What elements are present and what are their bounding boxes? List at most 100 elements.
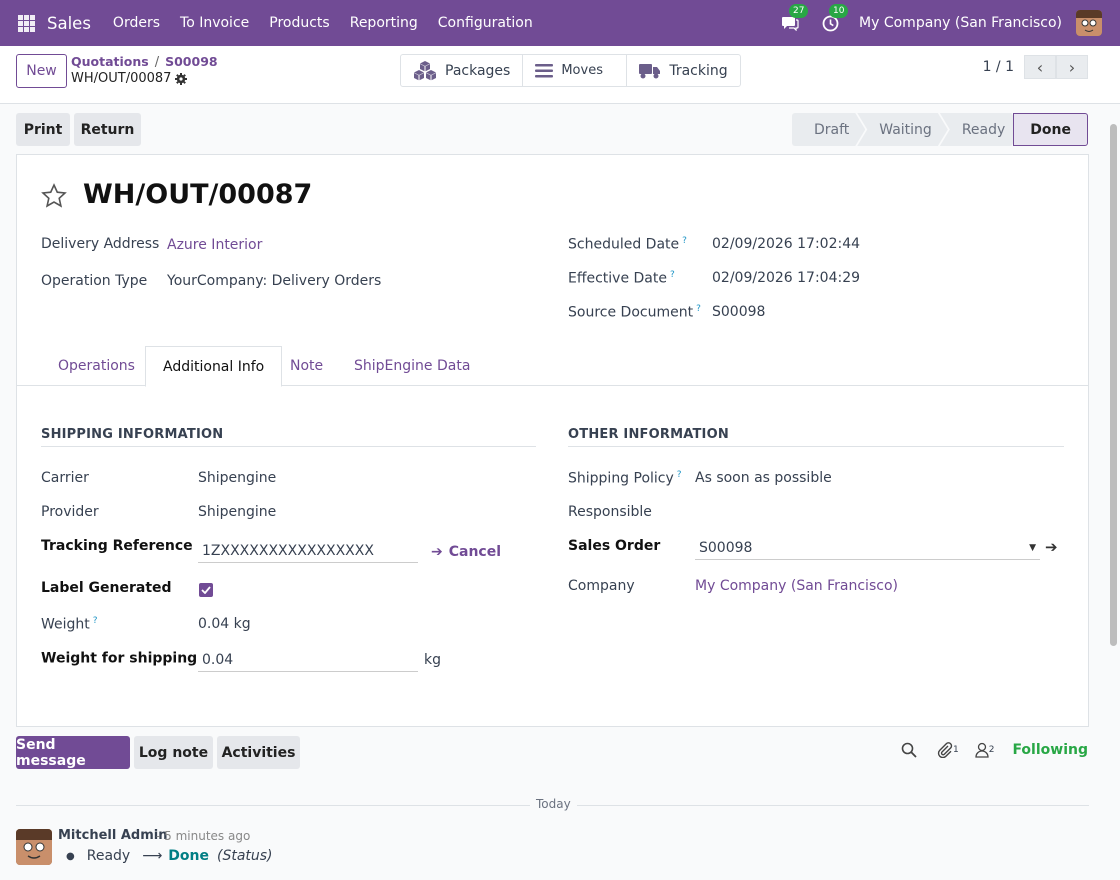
tracking-reference-input[interactable]: 1ZXXXXXXXXXXXXXXXX [198, 539, 418, 563]
tracking-label: Tracking [669, 62, 728, 79]
print-button[interactable]: Print [16, 113, 70, 146]
caret-down-icon[interactable]: ▼ [1029, 543, 1036, 553]
attachments-button[interactable]: 1 [937, 742, 959, 758]
followers-count: 2 [988, 745, 995, 755]
tab-additional-info[interactable]: Additional Info [145, 346, 283, 387]
tracked-field: (Status) [216, 848, 273, 864]
sales-order-value: S00098 [699, 539, 753, 556]
moves-button[interactable]: Moves [523, 55, 628, 86]
chevron-right-icon: › [1068, 57, 1076, 77]
breadcrumb-separator: / [154, 55, 160, 70]
help-icon[interactable]: ? [670, 270, 675, 280]
shipping-policy-value[interactable]: As soon as possible [695, 470, 832, 486]
pager-value[interactable]: 1 / 1 [983, 59, 1014, 75]
send-message-button[interactable]: Send message [16, 736, 130, 769]
scrollbar[interactable] [1110, 124, 1117, 646]
menu-configuration[interactable]: Configuration [438, 15, 533, 31]
tracking-reference-label: Tracking Reference [41, 538, 193, 554]
attachments-count: 1 [952, 745, 959, 755]
label-generated-checkbox[interactable] [199, 583, 213, 597]
record-title: WH/OUT/00087 [83, 179, 313, 210]
status-draft[interactable]: Draft [792, 113, 865, 146]
tab-note[interactable]: Note [273, 346, 340, 386]
breadcrumb-sale-order[interactable]: S00098 [165, 54, 218, 69]
effective-date-label: Effective Date? [568, 270, 675, 287]
message-author-avatar[interactable] [16, 829, 52, 865]
log-note-button[interactable]: Log note [134, 736, 213, 769]
operation-type-label: Operation Type [41, 273, 148, 289]
source-document-label: Source Document? [568, 304, 701, 321]
help-icon[interactable]: ? [677, 470, 682, 480]
delivery-address-label: Delivery Address [41, 236, 160, 252]
carrier-label: Carrier [41, 470, 89, 486]
tab-operations[interactable]: Operations [41, 346, 152, 386]
packages-button[interactable]: Packages [401, 55, 524, 86]
shipping-policy-label: Shipping Policy? [568, 470, 682, 487]
menu-orders[interactable]: Orders [113, 15, 160, 31]
gear-icon[interactable] [175, 72, 188, 85]
source-document-value[interactable]: S00098 [712, 304, 765, 320]
internal-link-arrow-icon[interactable]: ➔ [1045, 538, 1058, 556]
cancel-tracking-button[interactable]: ➔ Cancel [431, 544, 501, 560]
menu-reporting[interactable]: Reporting [350, 15, 418, 31]
status-waiting[interactable]: Waiting [857, 113, 948, 146]
control-panel: New Quotations / S00098 WH/OUT/00087 Packa… [0, 46, 1120, 104]
return-button[interactable]: Return [74, 113, 141, 146]
company-label: Company [568, 578, 635, 594]
form-sheet: WH/OUT/00087 Delivery Address Azure Inte… [16, 154, 1089, 727]
weight-label: Weight? [41, 616, 98, 633]
sales-order-label: Sales Order [568, 538, 661, 554]
bullet: ● [66, 850, 75, 862]
activities-button[interactable]: 10 [819, 4, 849, 34]
status-ready[interactable]: Ready [940, 113, 1021, 146]
list-icon [535, 63, 554, 77]
scheduled-date-value[interactable]: 02/09/2026 17:02:44 [712, 236, 860, 252]
chatter: Send message Log note Activities 1 2 Fol… [0, 727, 1120, 880]
provider-value: Shipengine [198, 504, 277, 520]
pager-next-button[interactable]: › [1056, 55, 1088, 79]
avatar-face-icon [1076, 10, 1102, 36]
help-icon[interactable]: ? [682, 236, 687, 246]
cubes-icon [414, 60, 436, 80]
message-time: - 5 minutes ago [156, 829, 251, 843]
notebook-tabs: Operations Additional Info Note ShipEngi… [17, 346, 1088, 387]
help-icon[interactable]: ? [696, 304, 701, 314]
new-button[interactable]: New [16, 54, 67, 88]
messages-button[interactable]: 27 [779, 4, 809, 34]
company-switcher[interactable]: My Company (San Francisco) [859, 15, 1062, 31]
followers-button[interactable]: 2 [975, 742, 995, 758]
pager-previous-button[interactable]: ‹ [1024, 55, 1056, 79]
operation-type-value[interactable]: YourCompany: Delivery Orders [167, 273, 381, 289]
sales-order-field[interactable]: S00098 ▼ [695, 536, 1040, 560]
menu-products[interactable]: Products [269, 15, 329, 31]
activities-button[interactable]: Activities [217, 736, 300, 769]
message-author[interactable]: Mitchell Admin [58, 828, 167, 843]
truck-icon [639, 63, 661, 78]
apps-menu-icon[interactable] [18, 14, 35, 32]
carrier-value[interactable]: Shipengine [198, 470, 276, 486]
weight-value: 0.04 kg [198, 616, 251, 632]
status-done[interactable]: Done [1013, 113, 1088, 146]
tab-shipengine-data[interactable]: ShipEngine Data [337, 346, 487, 386]
search-icon[interactable] [901, 742, 917, 758]
weight-shipping-input[interactable]: 0.04 [198, 648, 418, 672]
help-icon[interactable]: ? [93, 616, 98, 626]
company-value[interactable]: My Company (San Francisco) [695, 578, 898, 594]
breadcrumb-quotations[interactable]: Quotations [71, 54, 149, 69]
following-button[interactable]: Following [1012, 742, 1088, 758]
user-avatar[interactable] [1076, 10, 1102, 36]
arrow-right-icon: ➔ [431, 544, 443, 560]
old-status: Ready [86, 848, 131, 864]
tracking-button[interactable]: Tracking [627, 55, 739, 86]
tracking-message: ● Ready ⟶ Done (Status) [66, 848, 273, 864]
long-arrow-right-icon: ⟶ [142, 848, 163, 864]
user-icon [975, 742, 989, 758]
delivery-address-value[interactable]: Azure Interior [167, 237, 262, 253]
app-name[interactable]: Sales [47, 14, 91, 33]
chevron-left-icon: ‹ [1036, 57, 1044, 77]
menu-to-invoice[interactable]: To Invoice [180, 15, 249, 31]
check-icon [201, 586, 211, 594]
chatter-topbar-right: 1 2 Following [901, 742, 1088, 758]
messages-badge: 27 [789, 4, 809, 18]
star-icon[interactable] [41, 183, 67, 209]
